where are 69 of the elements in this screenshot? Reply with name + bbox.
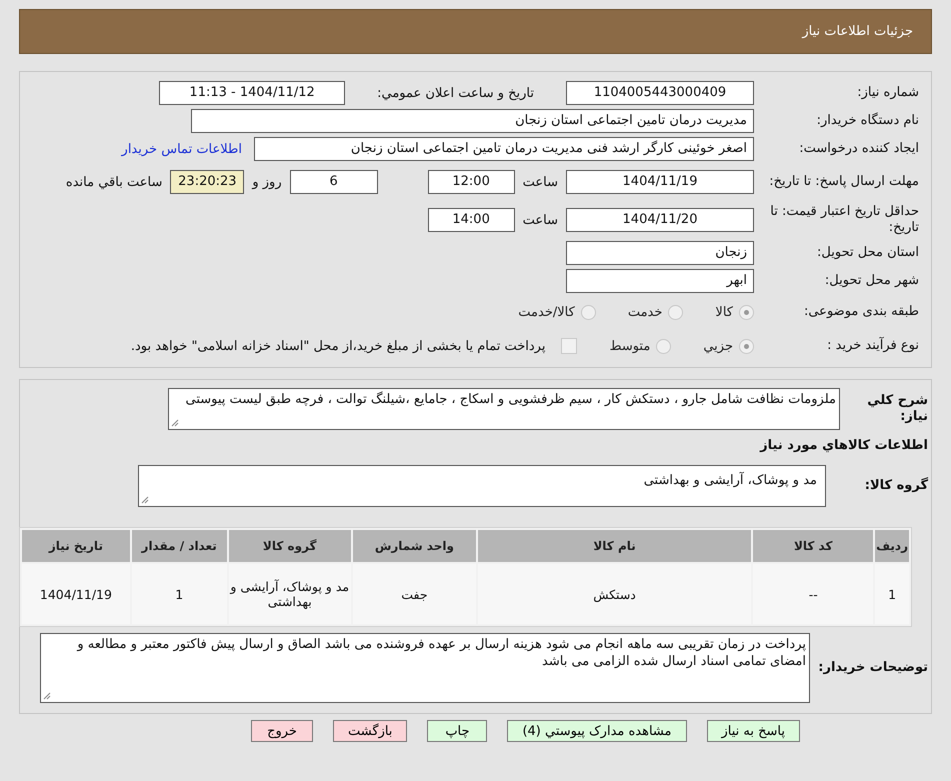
table-cell: 1404/11/19 [22,564,130,624]
input-field[interactable]: 1404/11/20 [566,208,754,232]
description-field: ملزومات نظافت شامل جارو ، دستکش کار ، سیم ظرفشویی و اسکاج ، جامایع ،شیلنگ توالت ، فرچه طبق لیست پیوستی [168,388,840,430]
input-field[interactable]: 12:00 [428,170,515,194]
input-field[interactable]: 14:00 [428,208,515,232]
resize-grip-icon [141,496,149,504]
radio-icon[interactable] [739,304,754,320]
buyer-notes-field: پرداخت در زمان تقریبی سه ماهه انجام می شود هزینه ارسال بر عهده فروشنده می باشد الصاق و ارسال پیش فاکتور معتبر و مطالعه و امضای تمامی اسناد ارسال شده الزامی می باشد [40,633,810,703]
input-field[interactable]: 1404/11/19 [566,170,754,194]
input-field[interactable]: اصغر خوئینی کارگر ارشد فنی مدیریت درمان تامین اجتماعی استان زنجان [254,137,754,161]
field-label: استان محل تحویل: [816,245,919,261]
input-field[interactable]: مدیریت درمان تامین اجتماعی استان زنجان [191,109,754,133]
column-header: واحد شمارش [352,530,476,562]
table-cell: 1 [875,564,909,624]
field-label: ساعت [522,212,558,228]
column-header: تعداد / مقدار [132,530,226,562]
radio-option[interactable]: کالا [715,304,754,320]
column-header: گروه کالا [228,530,351,562]
goods-group-field: مد و پوشاک، آرایشی و بهداشتی [138,465,826,507]
field-label: نام دستگاه خریدار: [816,113,919,129]
input-field[interactable]: زنجان [566,241,754,265]
resize-grip-icon [43,692,51,700]
action-button[interactable]: خروج [251,720,314,742]
radio-icon[interactable] [656,338,672,354]
field-label: شماره نیاز: [856,85,919,101]
action-button[interactable]: چاپ [427,720,488,742]
radio-icon[interactable] [668,304,684,320]
input-field[interactable]: 6 [290,170,378,194]
table-cell: جفت [352,564,476,624]
checkbox-label: پرداخت تمام یا بخشی از مبلغ خرید،از محل "اسناد خزانه اسلامی" خواهد بود. [130,338,546,354]
radio-option[interactable]: جزيي [703,338,754,354]
radio-icon[interactable] [580,304,596,320]
column-header: تاریخ نیاز [22,530,130,562]
input-field[interactable]: 1404/11/12 - 11:13 [159,81,346,105]
page-title: جزئیات اطلاعات نیاز [802,24,913,39]
field-label: ایجاد کننده درخواست: [798,141,919,157]
column-header: کد کالا [753,530,874,562]
field-label: شهر محل تحویل: [824,273,919,289]
field-label: تاریخ و ساعت اعلان عمومي: [377,86,534,100]
field-label: توضیحات خریدار: [817,660,928,676]
field-label: روز و [252,174,282,190]
radio-option[interactable]: متوسط [609,338,672,354]
column-header: نام کالا [478,530,752,562]
field-label: حداقل تاریخ اعتبار قیمت: تا تاریخ: [769,204,919,236]
countdown-field: 23:20:23 [170,170,244,194]
radio-option[interactable]: خدمت [628,304,684,320]
input-field[interactable]: ابهر [566,269,754,293]
field-label: ساعت [522,174,558,190]
field-label: ساعت باقي مانده [66,174,162,190]
field-label: مهلت ارسال پاسخ: تا تاریخ: [768,174,919,190]
checkbox[interactable] [561,338,578,354]
table-cell: 1 [132,564,226,624]
action-button[interactable]: بازگشت [333,720,408,742]
field-label: شرح کلي نیاز: [866,393,928,425]
table-cell: -- [753,564,874,624]
radio-icon[interactable] [739,338,754,354]
section-heading: اطلاعات کالاهاي مورد نیاز [758,437,928,455]
input-field[interactable]: 1104005443000409 [566,81,754,105]
radio-option[interactable]: کالا/خدمت [518,304,596,320]
table-cell: دستکش [478,564,752,624]
action-button[interactable]: مشاهده مدارک پیوستي (4) [507,720,686,742]
field-label: طبقه بندی موضوعی: [802,304,919,320]
action-button[interactable]: پاسخ به نیاز [706,720,800,742]
contact-link[interactable]: اطلاعات تماس خریدار [122,142,242,156]
column-header: ردیف [875,530,909,562]
field-label: نوع فرآیند خرید : [826,338,919,354]
resize-grip-icon [171,419,179,427]
table-cell: مد و پوشاک، آرایشی و بهداشتی [228,564,351,624]
field-label: گروه کالا: [864,478,928,494]
